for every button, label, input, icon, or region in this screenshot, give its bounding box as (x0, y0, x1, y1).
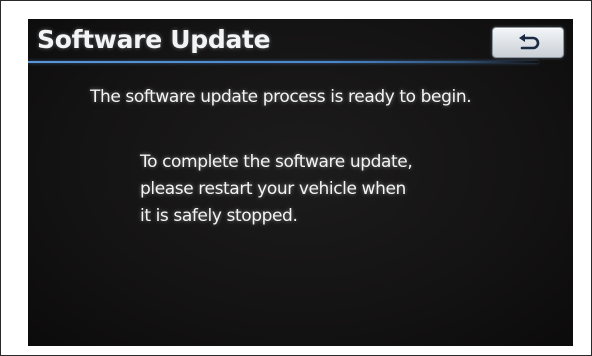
page-title: Software Update (37, 25, 271, 54)
back-button[interactable] (492, 27, 564, 58)
instruction-line-2: please restart your vehicle when (140, 179, 406, 199)
instruction-line-3: it is safely stopped. (140, 206, 298, 226)
title-divider (28, 61, 538, 63)
infotainment-screen: Software Update The software update proc… (28, 19, 573, 346)
return-arrow-icon (519, 34, 540, 50)
photo-frame: Software Update The software update proc… (0, 0, 592, 356)
instruction-line-1: To complete the software update, (140, 152, 413, 172)
ready-message: The software update process is ready to … (90, 87, 472, 107)
